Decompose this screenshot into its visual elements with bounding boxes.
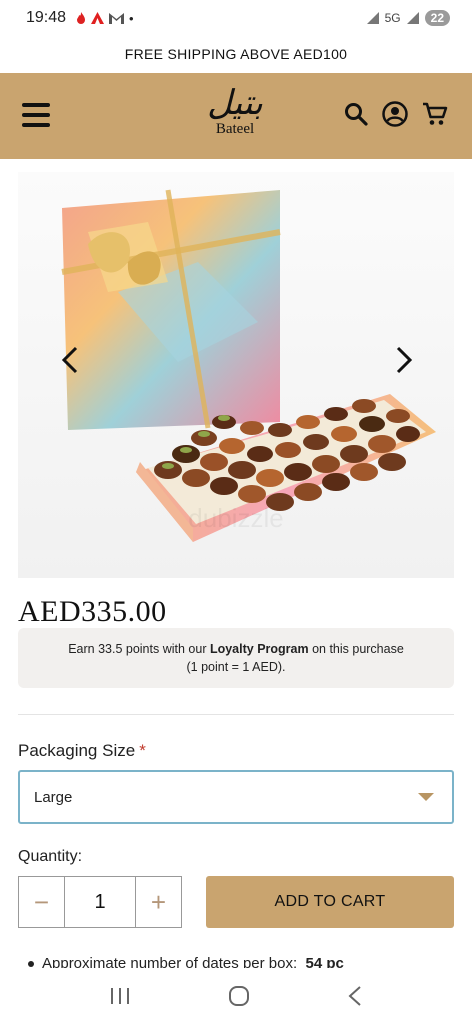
battery-level: 22 xyxy=(424,10,450,26)
signal-bars-icon xyxy=(406,12,419,24)
system-nav-bar xyxy=(0,968,472,1024)
site-header: بتيل Bateel xyxy=(0,73,472,159)
loyalty-suffix: on this purchase xyxy=(308,642,404,656)
hamburger-menu-icon[interactable] xyxy=(22,103,50,127)
signal-icon xyxy=(366,12,379,24)
logo-text: Bateel xyxy=(215,121,255,137)
home-icon[interactable] xyxy=(228,985,250,1007)
packaging-size-select[interactable]: Large xyxy=(18,770,454,824)
packaging-selected-value: Large xyxy=(34,788,73,806)
status-bar: 19:48 • 5G 22 xyxy=(0,0,472,36)
required-star: * xyxy=(139,741,146,760)
gmail-icon xyxy=(109,13,125,24)
notification-icons: • xyxy=(76,11,134,26)
network-type: 5G xyxy=(384,11,401,25)
loyalty-line: Earn 33.5 points with our Loyalty Progra… xyxy=(18,640,454,658)
loyalty-info: Earn 33.5 points with our Loyalty Progra… xyxy=(18,628,454,688)
increment-button[interactable]: + xyxy=(136,877,181,927)
header-actions xyxy=(344,101,448,127)
status-right: 5G 22 xyxy=(366,10,450,26)
more-notifications-dot: • xyxy=(129,10,134,26)
cart-icon[interactable] xyxy=(422,101,448,127)
bullet-dot xyxy=(28,961,34,968)
account-icon[interactable] xyxy=(382,101,408,127)
loyalty-prefix: Earn 33.5 points with our xyxy=(68,642,210,656)
logo-arabic: بتيل xyxy=(207,83,265,123)
quantity-input[interactable]: 1 xyxy=(64,877,136,927)
image-next-arrow-icon[interactable] xyxy=(384,330,424,390)
quantity-stepper: − 1 + xyxy=(18,876,182,928)
app-a-icon xyxy=(91,12,105,24)
loyalty-note: (1 point = 1 AED). xyxy=(186,660,286,674)
search-icon[interactable] xyxy=(344,102,368,126)
product-price: AED335.00 xyxy=(18,595,167,628)
svg-text:dubizzle: dubizzle xyxy=(188,503,283,533)
decrement-button[interactable]: − xyxy=(19,877,64,927)
packaging-label-text: Packaging Size xyxy=(18,741,136,760)
recent-apps-icon[interactable] xyxy=(109,986,131,1006)
quantity-label: Quantity: xyxy=(18,848,83,865)
status-time: 19:48 xyxy=(26,9,67,26)
flame-icon xyxy=(77,12,86,24)
bateel-logo[interactable]: بتيل Bateel xyxy=(170,83,300,149)
back-icon[interactable] xyxy=(347,985,363,1007)
promo-banner: FREE SHIPPING ABOVE AED100 xyxy=(124,46,348,62)
packaging-size-label: Packaging Size * xyxy=(18,741,146,761)
loyalty-program-link[interactable]: Loyalty Program xyxy=(210,642,309,656)
add-to-cart-button[interactable]: ADD TO CART xyxy=(206,876,454,928)
divider xyxy=(18,714,454,715)
image-prev-arrow-icon[interactable] xyxy=(50,330,90,390)
chevron-down-icon xyxy=(418,793,434,801)
